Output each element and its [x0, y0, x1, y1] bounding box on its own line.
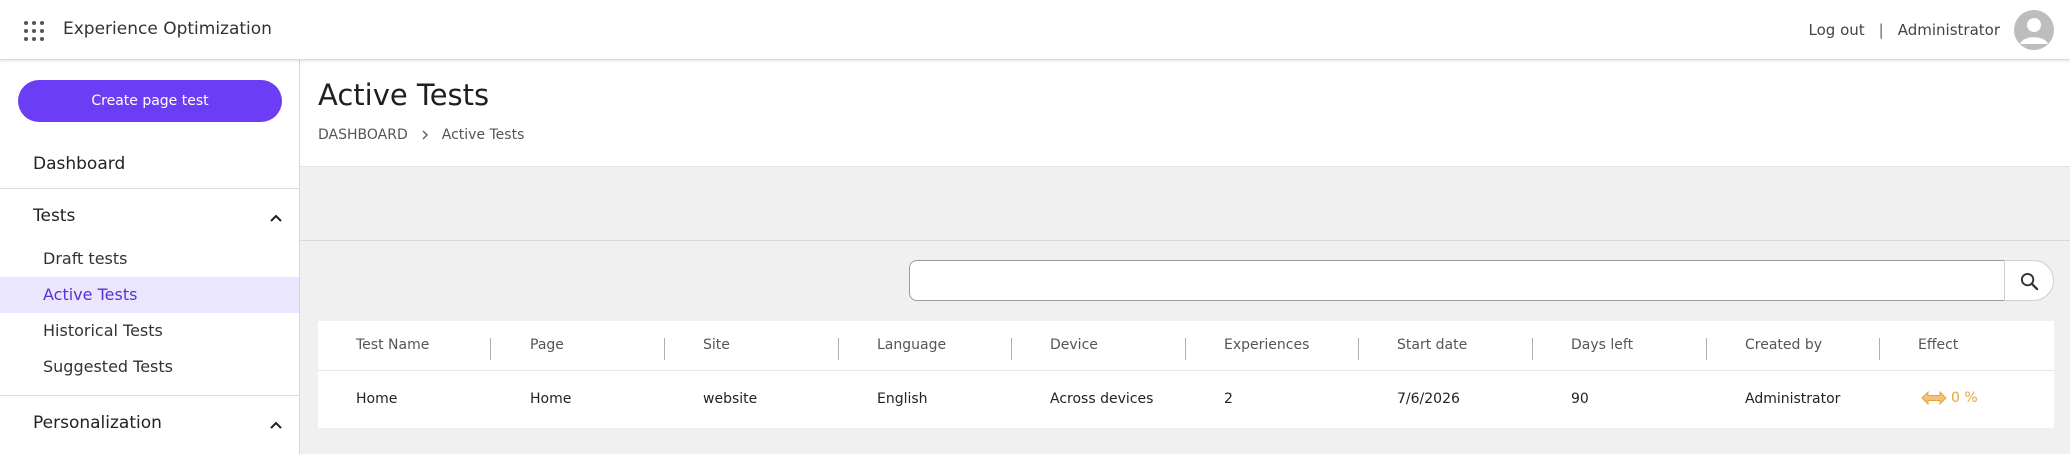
column-resize-handle[interactable]: [1011, 338, 1012, 360]
column-resize-handle[interactable]: [1185, 338, 1186, 360]
sidebar-section-personalization-label: Personalization: [33, 413, 162, 433]
sidebar-section-tests[interactable]: Tests: [0, 198, 300, 234]
cell-created-by: Administrator: [1745, 391, 1841, 407]
tests-table: Test Name Page Site Language Device Expe…: [318, 321, 2054, 428]
column-header-created-by[interactable]: Created by: [1745, 337, 1822, 353]
sidebar-item-label: Active Tests: [43, 285, 138, 304]
column-header-language[interactable]: Language: [877, 337, 946, 353]
column-header-test-name[interactable]: Test Name: [356, 337, 429, 353]
column-header-device[interactable]: Device: [1050, 337, 1098, 353]
sidebar-divider: [0, 395, 300, 396]
sidebar-item-suggested-tests[interactable]: Suggested Tests: [0, 349, 299, 385]
app-launcher-icon[interactable]: [24, 21, 44, 41]
column-resize-handle[interactable]: [838, 338, 839, 360]
column-header-experiences[interactable]: Experiences: [1224, 337, 1309, 353]
chevron-up-icon: [268, 417, 284, 433]
breadcrumb-dashboard-link[interactable]: DASHBOARD: [318, 127, 408, 143]
cell-language: English: [877, 391, 928, 407]
column-header-effect[interactable]: Effect: [1918, 337, 1958, 353]
cell-test-name[interactable]: Home: [356, 391, 397, 407]
sidebar-item-label: Draft tests: [43, 249, 128, 268]
cell-device: Across devices: [1050, 391, 1154, 407]
column-resize-handle[interactable]: [1358, 338, 1359, 360]
breadcrumb: DASHBOARD Active Tests: [318, 127, 524, 143]
column-resize-handle[interactable]: [664, 338, 665, 360]
chevron-right-icon: [420, 130, 430, 140]
sidebar-item-historical-tests[interactable]: Historical Tests: [0, 313, 299, 349]
column-resize-handle[interactable]: [1532, 338, 1533, 360]
sidebar-section-personalization[interactable]: Personalization: [0, 405, 300, 441]
table-header: Test Name Page Site Language Device Expe…: [318, 321, 2054, 371]
column-resize-handle[interactable]: [490, 338, 491, 360]
table-row[interactable]: Home Home website English Across devices…: [318, 371, 2054, 428]
column-resize-handle[interactable]: [1879, 338, 1880, 360]
breadcrumb-current: Active Tests: [441, 127, 525, 143]
sidebar-item-label: Suggested Tests: [43, 357, 173, 376]
search-button[interactable]: [2004, 260, 2054, 301]
app-title: Experience Optimization: [63, 19, 272, 39]
cell-days-left: 90: [1571, 391, 1589, 407]
search-input[interactable]: [909, 260, 2005, 301]
sidebar-section-tests-label: Tests: [33, 206, 76, 226]
sidebar-item-active-tests[interactable]: Active Tests: [0, 277, 299, 313]
user-menu: Log out | Administrator: [1809, 0, 2054, 60]
column-header-start-date[interactable]: Start date: [1397, 337, 1467, 353]
cell-effect: 0 %: [1921, 390, 1978, 406]
cell-start-date: 7/6/2026: [1397, 391, 1460, 407]
sidebar-divider: [0, 188, 300, 189]
effect-neutral-arrows-icon: [1921, 391, 1947, 405]
header-separator: |: [1878, 21, 1884, 39]
search-icon: [2020, 272, 2039, 291]
user-name[interactable]: Administrator: [1898, 21, 2000, 39]
cell-page: Home: [530, 391, 572, 407]
effect-value: 0 %: [1951, 390, 1978, 406]
toolbar-divider: [300, 240, 2070, 241]
column-header-days-left[interactable]: Days left: [1571, 337, 1633, 353]
cell-site: website: [703, 391, 758, 407]
sidebar-item-label: Historical Tests: [43, 321, 163, 340]
sidebar-item-dashboard[interactable]: Dashboard: [33, 154, 125, 174]
create-page-test-button[interactable]: Create page test: [18, 80, 282, 122]
cell-experiences: 2: [1224, 391, 1233, 407]
page-title: Active Tests: [318, 78, 490, 112]
column-header-site[interactable]: Site: [703, 337, 730, 353]
column-header-page[interactable]: Page: [530, 337, 564, 353]
logout-link[interactable]: Log out: [1809, 21, 1865, 39]
sidebar-item-draft-tests[interactable]: Draft tests: [0, 241, 299, 277]
page-header: Active Tests DASHBOARD Active Tests: [300, 60, 2070, 167]
chevron-up-icon: [268, 210, 284, 226]
sidebar: Create page test Dashboard Tests Draft t…: [0, 60, 300, 454]
column-resize-handle[interactable]: [1706, 338, 1707, 360]
top-bar: Experience Optimization Log out | Admini…: [0, 0, 2070, 60]
avatar-icon[interactable]: [2014, 10, 2054, 50]
